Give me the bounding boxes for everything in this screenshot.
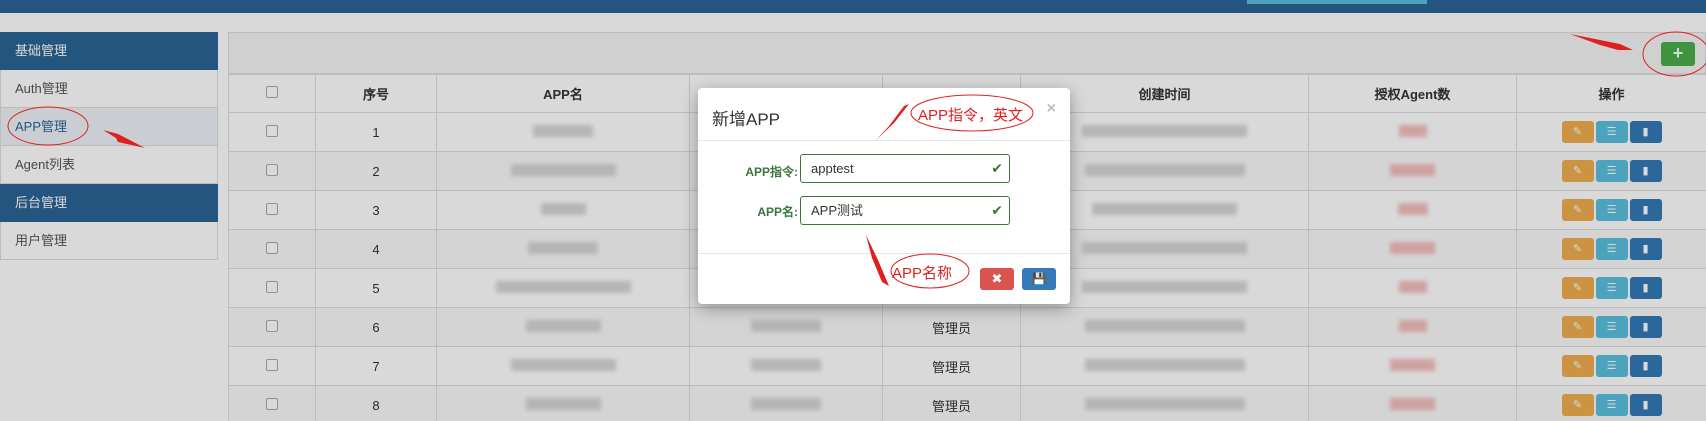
app-command-value: apptest	[811, 161, 854, 176]
modal-title: 新增APP	[712, 110, 781, 129]
modal-divider	[698, 140, 1070, 141]
cancel-button[interactable]: ✖	[980, 268, 1014, 290]
valid-check-icon: ✔	[991, 160, 1003, 176]
app-command-input[interactable]: apptest ✔	[800, 154, 1010, 183]
app-name-input[interactable]: APP测试 ✔	[800, 196, 1010, 225]
valid-check-icon: ✔	[991, 202, 1003, 218]
modal-footer-divider	[698, 253, 1070, 254]
app-command-label: APP指令:	[745, 165, 798, 179]
annotation-name-note: APP名称	[892, 265, 953, 282]
app-name-label: APP名:	[757, 205, 798, 219]
annotation-command-note: APP指令，英文	[918, 107, 1024, 124]
close-icon[interactable]: ×	[1047, 100, 1056, 118]
app-name-value: APP测试	[811, 203, 864, 218]
save-button[interactable]: 💾	[1022, 268, 1056, 290]
